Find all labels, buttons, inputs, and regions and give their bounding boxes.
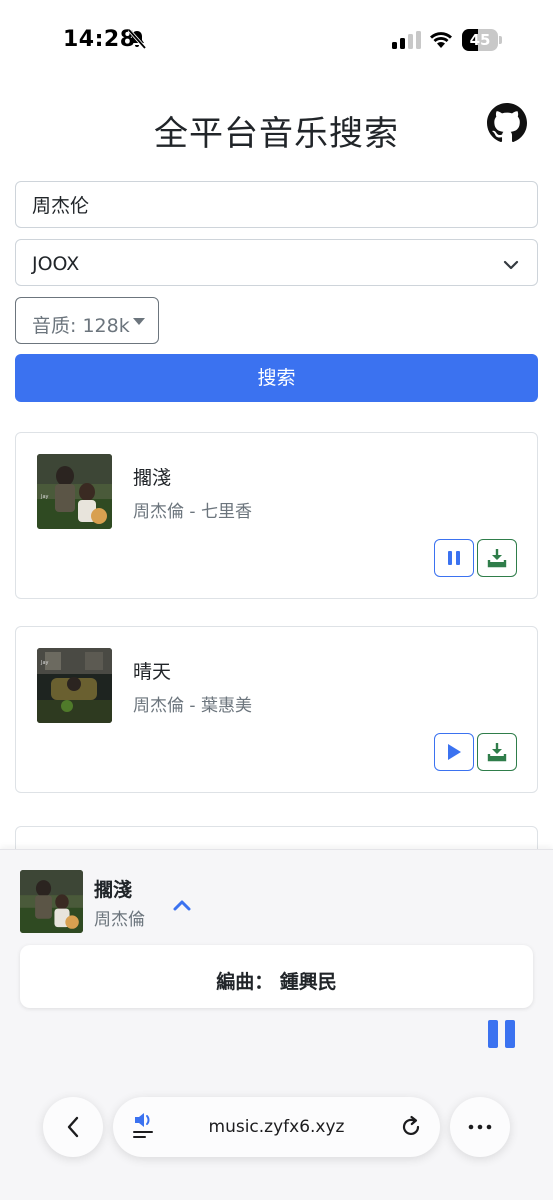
status-time: 14:28 — [63, 27, 136, 52]
browser-back-button[interactable] — [43, 1097, 103, 1157]
search-button[interactable]: 搜索 — [15, 354, 538, 402]
pause-button[interactable] — [434, 539, 474, 577]
battery-level: 45 — [469, 31, 491, 49]
search-input[interactable] — [15, 181, 538, 228]
player-pause-icon[interactable] — [488, 1020, 516, 1052]
quality-label: 音质: 128k — [32, 315, 130, 337]
svg-text:Jay: Jay — [40, 494, 49, 500]
play-icon — [448, 744, 461, 760]
chevron-left-icon — [67, 1116, 79, 1138]
song-card: Jay 擱淺 周杰倫 - 七里香 — [15, 432, 538, 599]
address-bar[interactable]: music.zyfx6.xyz — [113, 1097, 440, 1157]
player-song-title: 擱淺 — [94, 879, 133, 901]
lyric-panel: 編曲： 鍾興民 — [20, 945, 533, 1008]
bell-muted-icon — [127, 28, 147, 53]
download-icon — [487, 549, 507, 568]
chevron-up-icon[interactable] — [172, 897, 192, 916]
download-button[interactable] — [477, 733, 517, 771]
download-icon — [487, 743, 507, 762]
song-title: 擱淺 — [133, 467, 172, 489]
reload-icon[interactable] — [399, 1115, 423, 1143]
wifi-icon — [428, 29, 454, 53]
song-meta: 周杰倫 - 葉惠美 — [133, 696, 252, 716]
lyric-line: 編曲： 鍾興民 — [216, 971, 337, 993]
pause-icon — [448, 551, 460, 565]
player-album-cover — [20, 870, 83, 933]
signal-icon — [392, 31, 422, 53]
quality-dropdown-button[interactable]: 音质: 128k — [15, 297, 159, 344]
album-cover-image: Jay — [37, 648, 112, 723]
caret-down-icon — [133, 318, 145, 325]
battery-icon: 45 — [462, 29, 502, 51]
url-text: music.zyfx6.xyz — [208, 1117, 345, 1137]
play-button[interactable] — [434, 733, 474, 771]
svg-text:Jay: Jay — [40, 660, 49, 666]
github-icon[interactable] — [487, 103, 527, 147]
status-bar: 14:28 45 — [0, 0, 553, 80]
chevron-down-icon — [503, 256, 519, 275]
page-title: 全平台音乐搜索 — [154, 114, 399, 154]
download-button[interactable] — [477, 539, 517, 577]
song-title: 晴天 — [133, 661, 172, 683]
more-options-button[interactable] — [450, 1097, 510, 1157]
song-meta: 周杰倫 - 七里香 — [133, 502, 252, 522]
player-artist: 周杰倫 — [94, 910, 145, 930]
platform-select[interactable]: JOOX — [15, 239, 538, 286]
ellipsis-icon — [468, 1124, 492, 1130]
song-card: Jay 晴天 周杰倫 - 葉惠美 — [15, 626, 538, 793]
platform-value: JOOX — [32, 253, 80, 275]
album-cover-image: Jay — [37, 454, 112, 529]
